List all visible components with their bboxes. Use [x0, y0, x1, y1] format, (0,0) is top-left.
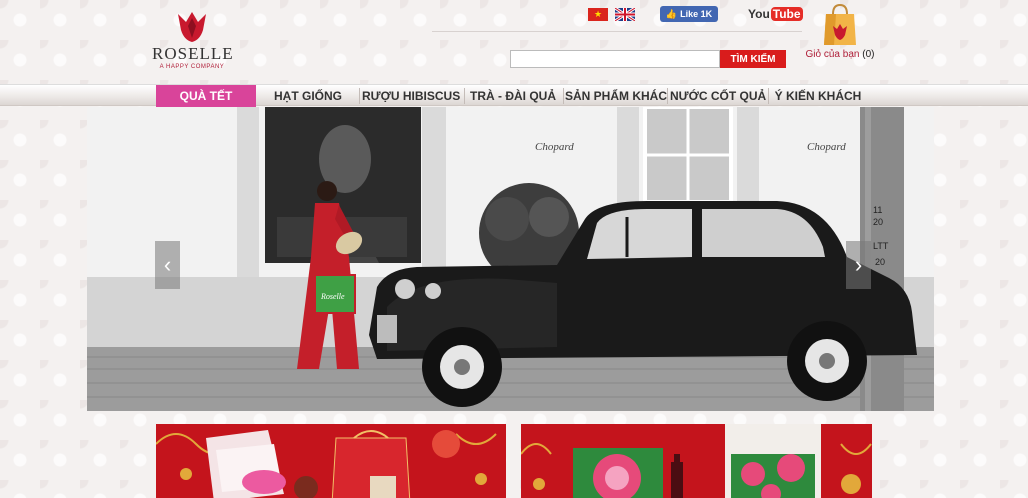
- slider-next-button[interactable]: ›: [846, 241, 871, 289]
- cart-count: (0): [862, 49, 875, 60]
- gift-set-image: [521, 424, 872, 498]
- pole-number-4: 20: [875, 257, 885, 267]
- rose-logo-icon: [178, 12, 206, 42]
- chevron-left-icon: ‹: [163, 252, 172, 277]
- product-tile[interactable]: [156, 424, 506, 498]
- youtube-you-text: You: [748, 7, 770, 21]
- gift-box-image: [156, 424, 506, 498]
- youtube-link[interactable]: You Tube: [748, 5, 803, 23]
- pole-number-3: LTT: [873, 241, 889, 251]
- hero-banner[interactable]: Chopard Chopard 11 20 LTT 20 Roselle: [87, 107, 934, 411]
- header-divider: [432, 31, 802, 32]
- nav-item-qua-tet[interactable]: QUÀ TẾT: [156, 85, 256, 107]
- cart-label: Giỏ của bạn: [805, 49, 860, 60]
- slider-prev-button[interactable]: ‹: [155, 241, 180, 289]
- logo-tagline: A HAPPY COMPANY: [159, 64, 225, 70]
- pole-number-1: 11: [873, 205, 882, 215]
- main-navigation: QUÀ TẾT HẠT GIỐNG RƯỢU HIBISCUS TRÀ - ĐÀ…: [0, 84, 1028, 107]
- nav-separator: [667, 88, 668, 104]
- search-button[interactable]: TÌM KIẾM: [720, 50, 786, 68]
- vietnam-flag-icon[interactable]: ★: [588, 8, 608, 21]
- youtube-tube-text: Tube: [770, 7, 803, 21]
- nav-separator: [768, 88, 769, 104]
- nav-separator: [563, 88, 564, 104]
- nav-item-tra-dai-qua[interactable]: TRÀ - ĐÀI QUẢ: [467, 85, 559, 107]
- facebook-like-button[interactable]: 👍 Like 1K: [660, 6, 718, 22]
- bag-brand-text: Roselle: [320, 292, 345, 301]
- nav-item-san-pham-khac[interactable]: SẢN PHẨM KHÁC: [565, 85, 667, 107]
- roselle-logo[interactable]: ROSELLE A HAPPY COMPANY: [152, 8, 234, 78]
- banner-photo: Chopard Chopard 11 20 LTT 20 Roselle: [87, 107, 934, 411]
- uk-flag-icon[interactable]: [615, 8, 635, 21]
- nav-separator: [359, 88, 360, 104]
- search-input[interactable]: [510, 50, 720, 68]
- storefront-sign-text: Chopard: [535, 141, 574, 153]
- nav-separator: [464, 88, 465, 104]
- product-tile[interactable]: [521, 424, 872, 498]
- thumbs-up-icon: 👍: [665, 8, 678, 19]
- nav-item-y-kien-khach[interactable]: Ý KIẾN KHÁCH: [771, 85, 865, 107]
- storefront-sign-text-2: Chopard: [807, 141, 846, 153]
- nav-item-ruou-hibiscus[interactable]: RƯỢU HIBISCUS: [362, 85, 460, 107]
- cart-link[interactable]: Giỏ của bạn (0): [804, 2, 876, 60]
- nav-item-nuoc-cot-qua[interactable]: NƯỚC CỐT QUẢ: [670, 85, 766, 107]
- logo-brand-name: ROSELLE: [152, 44, 234, 63]
- shopping-bag-icon: [824, 3, 856, 45]
- nav-item-hat-giong[interactable]: HẠT GIỐNG: [264, 85, 352, 107]
- chevron-right-icon: ›: [854, 252, 863, 277]
- facebook-like-label: Like 1K: [680, 9, 713, 19]
- pole-number-2: 20: [873, 217, 883, 227]
